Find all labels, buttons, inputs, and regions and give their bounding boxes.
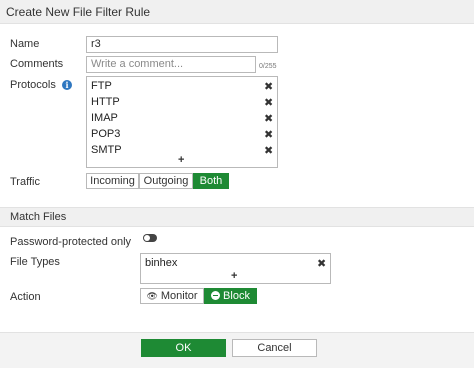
protocol-item-pop3: POP3 [91,128,121,140]
match-files-section-title: Match Files [0,207,474,227]
remove-pop3-icon[interactable]: ✖ [264,128,273,141]
name-input[interactable]: r3 [86,36,278,53]
protocol-item-imap: IMAP [91,112,118,124]
action-monitor-button[interactable]: 👁 Monitor [140,288,204,304]
remove-binhex-icon[interactable]: ✖ [317,257,326,270]
protocols-label: Protocols [10,79,56,91]
block-icon [211,291,221,300]
comments-label: Comments [10,58,64,70]
traffic-label: Traffic [10,176,40,188]
info-icon[interactable]: i [62,80,72,90]
file-types-label: File Types [10,256,60,268]
action-block-label: Block [223,290,250,302]
add-protocol-icon[interactable]: + [178,154,184,166]
add-file-type-icon[interactable]: + [231,270,237,282]
file-types-list: binhex ✖ + [140,253,331,284]
password-protected-label: Password-protected only [10,236,132,248]
remove-http-icon[interactable]: ✖ [264,96,273,109]
protocol-item-ftp: FTP [91,80,112,92]
action-block-button[interactable]: Block [204,288,257,304]
dialog-title: Create New File Filter Rule [0,0,474,24]
traffic-outgoing-button[interactable]: Outgoing [139,173,193,189]
toggle-knob [144,235,150,241]
remove-imap-icon[interactable]: ✖ [264,112,273,125]
protocol-item-http: HTTP [91,96,120,108]
action-monitor-label: Monitor [160,290,198,302]
ok-button[interactable]: OK [141,339,226,357]
file-type-item-binhex: binhex [145,257,178,269]
protocols-list: FTP ✖ HTTP ✖ IMAP ✖ POP3 ✖ SMTP ✖ + [86,76,278,168]
cancel-button[interactable]: Cancel [232,339,317,357]
comments-counter: 0/255 [259,63,277,70]
name-label: Name [10,38,40,50]
remove-smtp-icon[interactable]: ✖ [264,144,273,157]
action-label: Action [10,291,41,303]
dialog-footer: OK Cancel [0,332,474,368]
protocol-item-smtp: SMTP [91,144,122,156]
remove-ftp-icon[interactable]: ✖ [264,80,273,93]
traffic-both-button[interactable]: Both [193,173,229,189]
traffic-incoming-button[interactable]: Incoming [86,173,139,189]
password-protected-toggle[interactable] [143,234,157,242]
comments-input[interactable]: Write a comment... [86,56,256,73]
eye-icon: 👁 [146,291,158,301]
